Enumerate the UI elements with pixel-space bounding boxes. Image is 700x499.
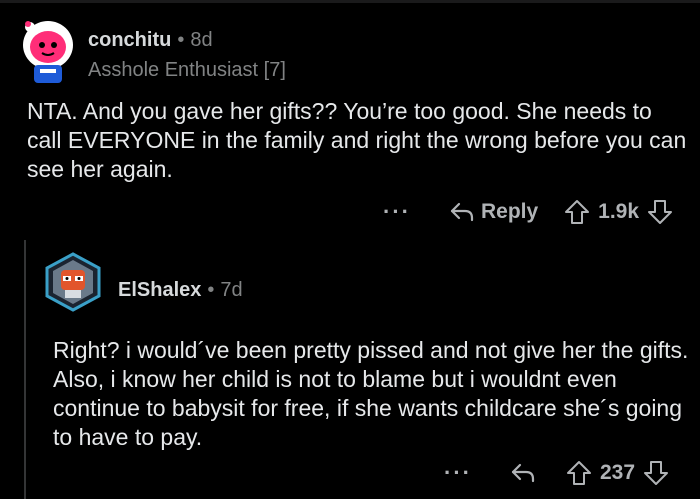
downvote-icon[interactable] bbox=[643, 460, 669, 486]
thread-line[interactable] bbox=[24, 240, 26, 499]
reply-icon[interactable] bbox=[510, 462, 536, 484]
reply-button[interactable]: Reply bbox=[481, 200, 538, 224]
comment-meta: conchitu • 8d bbox=[88, 29, 213, 52]
more-options-button[interactable]: ··· bbox=[444, 460, 472, 486]
timestamp: 7d bbox=[220, 279, 243, 301]
comment-actions: ··· Reply 1.9k bbox=[383, 196, 673, 228]
vote-count: 237 bbox=[599, 461, 636, 484]
timestamp: 8d bbox=[190, 29, 213, 51]
comment-meta: ElShalex • 7d bbox=[118, 279, 243, 302]
comment-actions: ··· 237 bbox=[444, 457, 669, 489]
downvote-icon[interactable] bbox=[647, 199, 673, 225]
upvote-icon[interactable] bbox=[566, 460, 592, 486]
user-flair: Asshole Enthusiast [7] bbox=[88, 59, 286, 81]
comment-body: Right? i would´ve been pretty pissed and… bbox=[53, 337, 689, 450]
separator: • bbox=[177, 29, 185, 51]
top-divider bbox=[0, 0, 700, 3]
comment-body: NTA. And you gave her gifts?? You’re too… bbox=[27, 98, 687, 182]
reply-icon[interactable] bbox=[449, 201, 475, 223]
upvote-icon[interactable] bbox=[564, 199, 590, 225]
separator: • bbox=[207, 279, 215, 301]
robot-avatar-icon[interactable] bbox=[43, 252, 103, 312]
snoo-avatar-icon[interactable] bbox=[20, 19, 76, 83]
more-options-button[interactable]: ··· bbox=[383, 199, 411, 225]
vote-count: 1.9k bbox=[598, 200, 640, 223]
username[interactable]: conchitu bbox=[88, 29, 171, 51]
username[interactable]: ElShalex bbox=[118, 279, 201, 301]
